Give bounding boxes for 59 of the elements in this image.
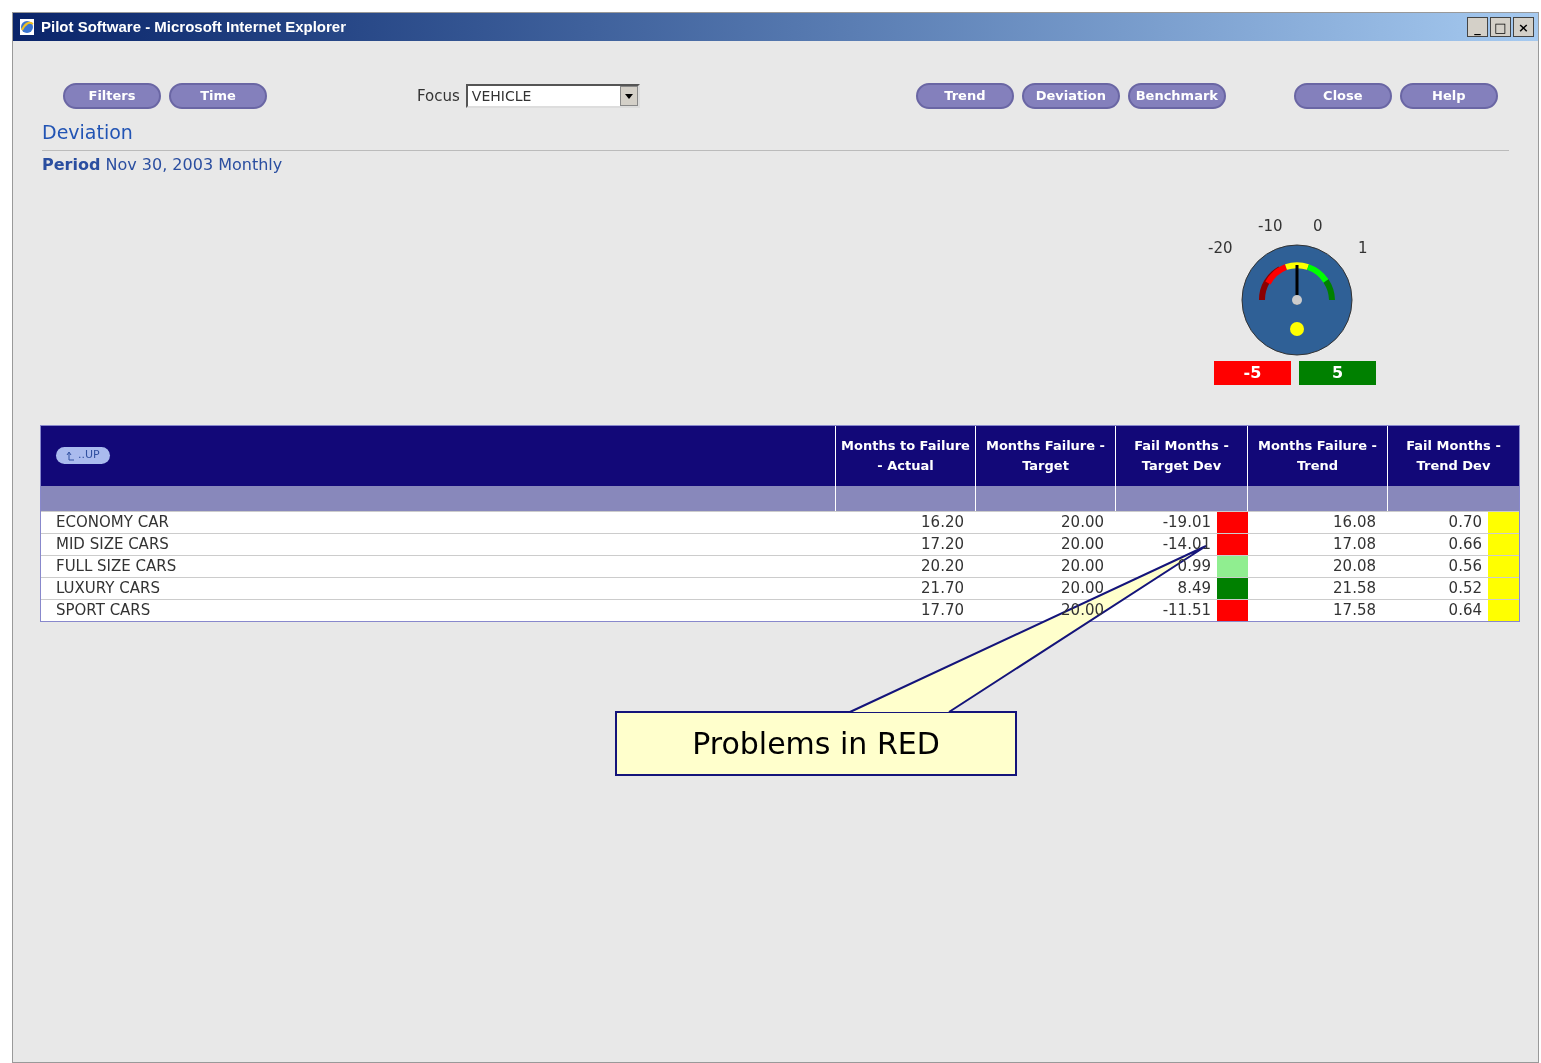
toolbar-button[interactable]: Help (1399, 83, 1498, 109)
table-cell-text: 8.49 (1177, 577, 1211, 599)
focus-dropdown[interactable]: VEHICLE (465, 84, 640, 108)
period-text: Period Nov 30, 2003 Monthly (42, 153, 283, 176)
browser-icon (17, 17, 37, 37)
table-cell-text: 0.64 (1448, 599, 1482, 621)
window-control-button[interactable]: □ (1490, 17, 1511, 37)
toolbar-button[interactable]: Close (1293, 83, 1392, 109)
table-cell: 20.00 (1061, 534, 1104, 553)
table-cell: 21.70 (921, 578, 964, 597)
gauge-scale-label: 0 (1313, 215, 1323, 237)
column-header: Months Failure - Target (984, 436, 1107, 475)
table-cell: 20.00 (1061, 556, 1104, 575)
gauge-low-value: -5 (1214, 360, 1291, 385)
table-cell-text: 0.52 (1448, 577, 1482, 599)
callout-box: Problems in RED (615, 711, 1017, 776)
focus-label: Focus (417, 85, 460, 107)
table-cell: 21.58 (1333, 578, 1376, 597)
row-label: MID SIZE CARS (56, 534, 169, 553)
table-cell: 17.20 (921, 534, 964, 553)
up-arrow-icon (66, 450, 76, 461)
gauge-high-value: 5 (1299, 360, 1376, 385)
table-cell: 16.20 (921, 512, 964, 531)
column-header: Months Failure - Trend (1256, 436, 1379, 475)
table-cell-text: 0.99 (1177, 555, 1211, 577)
table-cell: 20.08 (1333, 556, 1376, 575)
gauge-scale-label: -20 (1208, 237, 1233, 259)
table-cell-text: 0.70 (1448, 511, 1482, 533)
column-header: Fail Months - Target Dev (1133, 436, 1230, 475)
table-cell-text: -11.51 (1162, 599, 1211, 621)
table-cell-text: -19.01 (1162, 511, 1211, 533)
row-label: FULL SIZE CARS (56, 556, 177, 575)
page-heading: Deviation (42, 120, 134, 145)
toolbar-button[interactable]: Trend (915, 83, 1014, 109)
row-label: LUXURY CARS (56, 578, 160, 597)
table-cell: 20.20 (921, 556, 964, 575)
row-label: ECONOMY CAR (56, 512, 169, 531)
window-control-button[interactable]: × (1513, 17, 1534, 37)
toolbar-button[interactable]: Time (169, 83, 267, 109)
table-cell: 20.00 (1061, 578, 1104, 597)
column-header: Fail Months - Trend Dev (1405, 436, 1502, 475)
toolbar-button[interactable]: Benchmark (1127, 83, 1226, 109)
table-cell: 20.00 (1061, 512, 1104, 531)
table-cell: 17.08 (1333, 534, 1376, 553)
gauge-scale-label: 1 (1358, 237, 1368, 259)
table-cell-text: 0.56 (1448, 555, 1482, 577)
table-cell: 17.58 (1333, 600, 1376, 619)
table-cell: 16.08 (1333, 512, 1376, 531)
up-button[interactable]: ..UP (56, 447, 110, 464)
table-cell-text: -14.01 (1162, 533, 1211, 555)
toolbar-button[interactable]: Filters (63, 83, 161, 109)
gauge-scale-label: -10 (1258, 215, 1283, 237)
window-control-button[interactable]: _ (1467, 17, 1488, 37)
table-cell-text: 0.66 (1448, 533, 1482, 555)
toolbar-button[interactable]: Deviation (1021, 83, 1120, 109)
table-cell: 17.70 (921, 600, 964, 619)
column-header: Months to Failure - Actual (840, 436, 971, 475)
row-label: SPORT CARS (56, 600, 151, 619)
window-title: Pilot Software - Microsoft Internet Explorer (41, 16, 347, 37)
